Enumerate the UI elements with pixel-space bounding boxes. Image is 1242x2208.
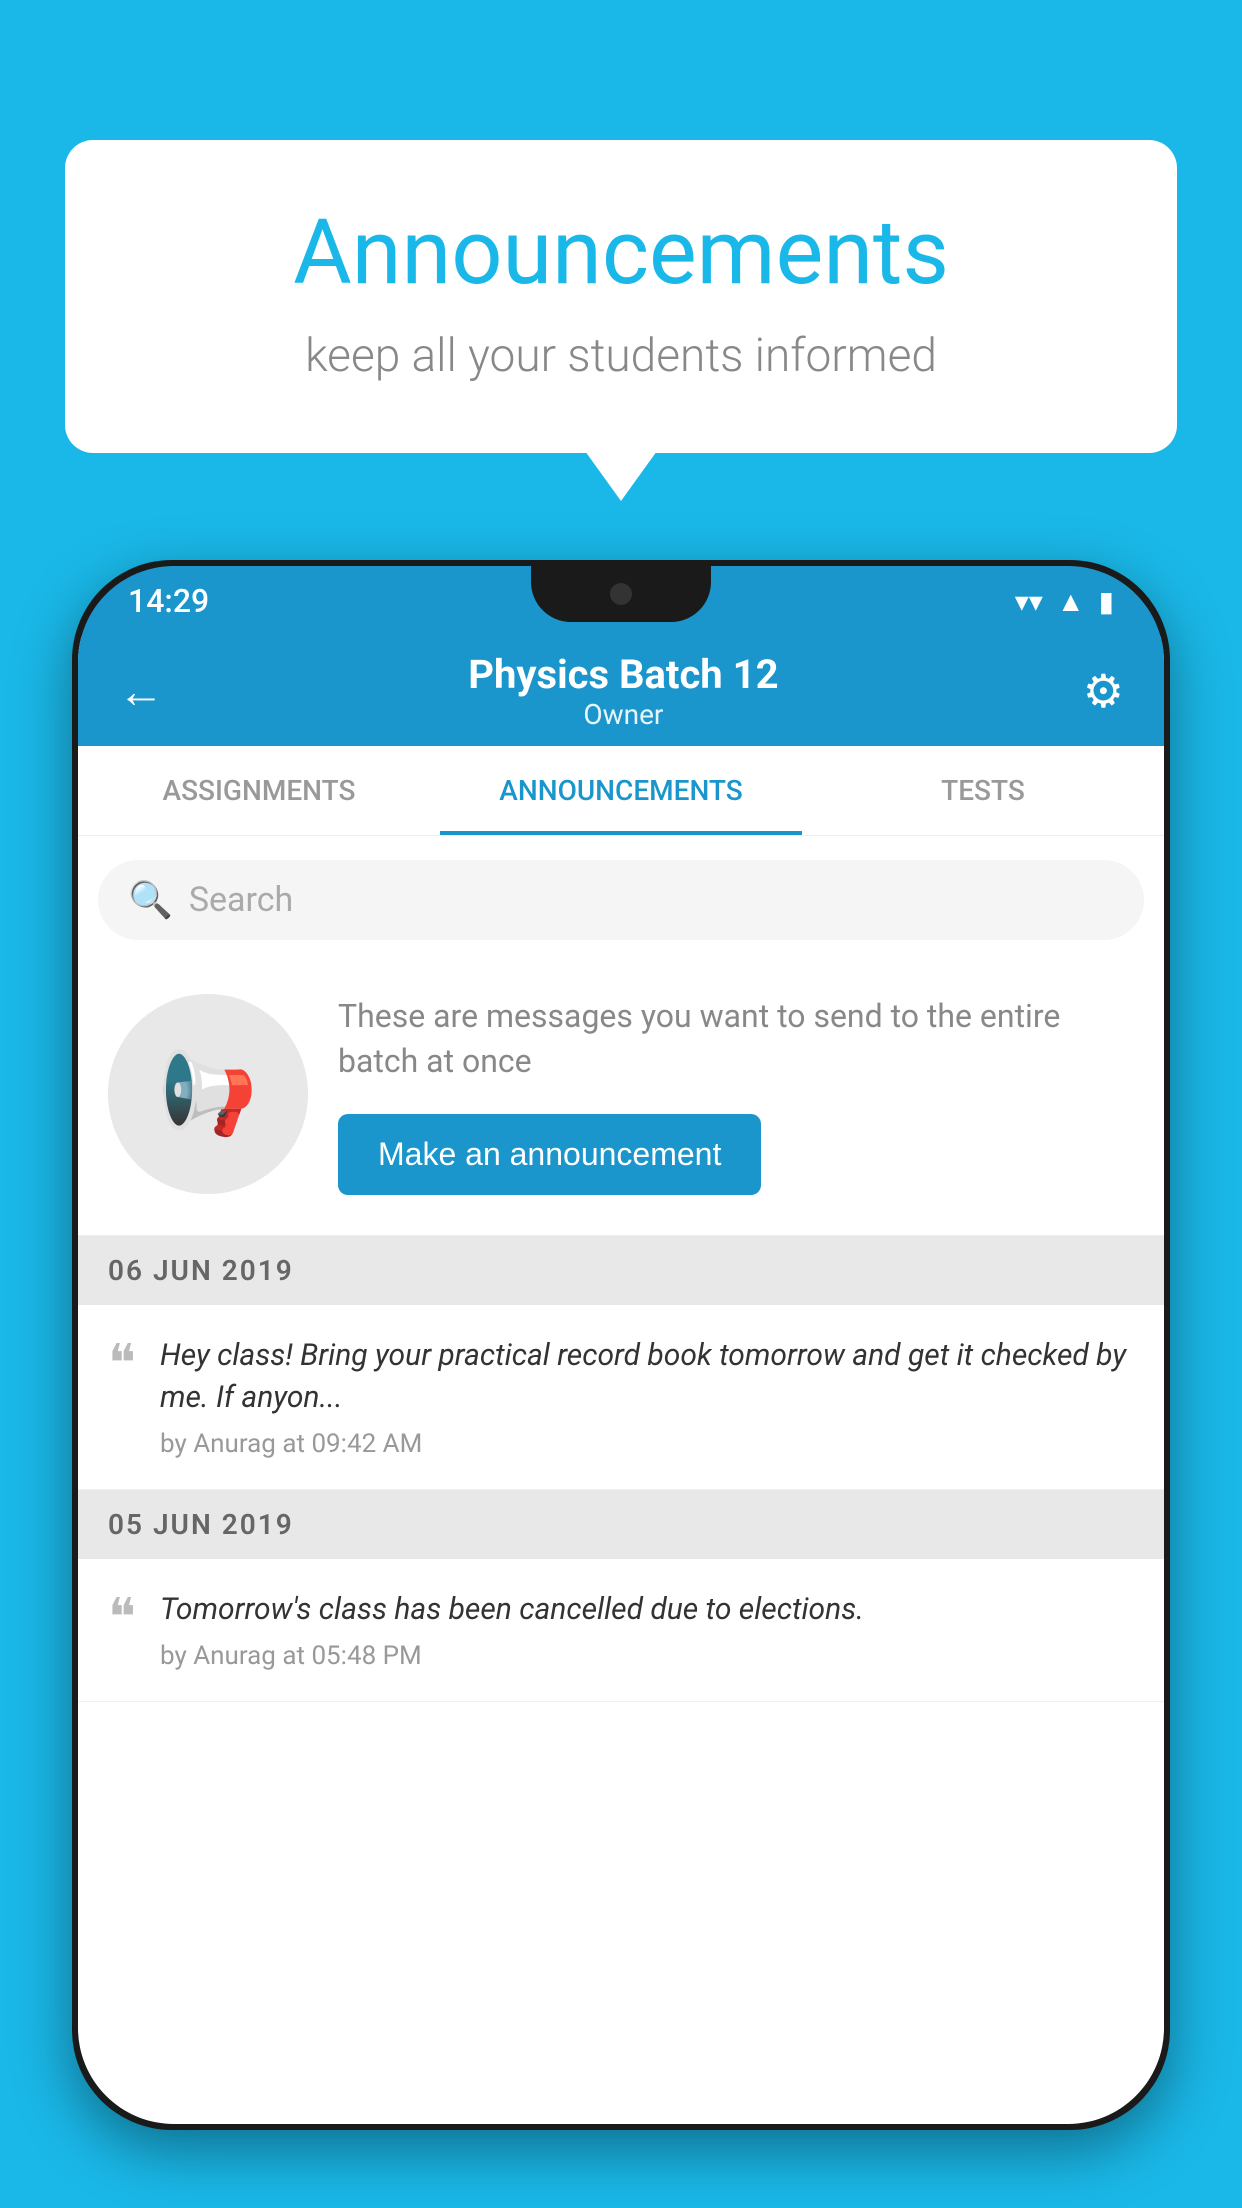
megaphone-circle: 📢: [108, 994, 308, 1194]
tab-tests[interactable]: TESTS: [802, 746, 1164, 835]
phone-frame: 14:29 ▾▾ ▲ ▮ ← Physics Batch 12 Owner: [72, 560, 1170, 2130]
search-bar[interactable]: 🔍 Search: [98, 860, 1144, 940]
tab-assignments[interactable]: ASSIGNMENTS: [78, 746, 440, 835]
search-icon: 🔍: [128, 879, 173, 921]
bubble-title: Announcements: [145, 200, 1097, 305]
announcement-item-1[interactable]: ❝ Hey class! Bring your practical record…: [78, 1305, 1164, 1490]
search-placeholder: Search: [189, 880, 293, 920]
announcement-item-2[interactable]: ❝ Tomorrow's class has been cancelled du…: [78, 1559, 1164, 1702]
announcement-prompt: 📢 These are messages you want to send to…: [78, 964, 1164, 1236]
announcement-content-2: Tomorrow's class has been cancelled due …: [160, 1589, 1134, 1671]
announcement-content-1: Hey class! Bring your practical record b…: [160, 1335, 1134, 1459]
tabs-bar: ASSIGNMENTS ANNOUNCEMENTS TESTS: [78, 746, 1164, 836]
gear-icon[interactable]: ⚙: [1083, 664, 1124, 719]
signal-icon: ▲: [1057, 585, 1085, 618]
announcement-meta-1: by Anurag at 09:42 AM: [160, 1429, 1134, 1459]
phone-inner: 14:29 ▾▾ ▲ ▮ ← Physics Batch 12 Owner: [78, 566, 1164, 2124]
status-bar: 14:29 ▾▾ ▲ ▮: [78, 566, 1164, 636]
announcement-prompt-text: These are messages you want to send to t…: [338, 994, 1134, 1195]
back-button[interactable]: ←: [118, 664, 164, 719]
speech-bubble-container: Announcements keep all your students inf…: [65, 140, 1177, 453]
phone-container: 14:29 ▾▾ ▲ ▮ ← Physics Batch 12 Owner: [72, 560, 1170, 2208]
header-title: Physics Batch 12: [468, 651, 778, 698]
bubble-subtitle: keep all your students informed: [145, 329, 1097, 383]
announcement-text-1: Hey class! Bring your practical record b…: [160, 1335, 1134, 1419]
date-divider-2: 05 JUN 2019: [78, 1490, 1164, 1559]
announcement-text-2: Tomorrow's class has been cancelled due …: [160, 1589, 1134, 1631]
make-announcement-button[interactable]: Make an announcement: [338, 1114, 761, 1195]
app-header: ← Physics Batch 12 Owner ⚙: [78, 636, 1164, 746]
status-icons: ▾▾ ▲ ▮: [1015, 585, 1114, 618]
battery-icon: ▮: [1099, 585, 1114, 618]
date-divider-1: 06 JUN 2019: [78, 1236, 1164, 1305]
header-subtitle: Owner: [468, 698, 778, 731]
phone-screen: ← Physics Batch 12 Owner ⚙ ASSIGNMENTS A…: [78, 636, 1164, 2124]
quote-icon-1: ❝: [108, 1339, 136, 1391]
prompt-description: These are messages you want to send to t…: [338, 994, 1134, 1084]
speech-bubble: Announcements keep all your students inf…: [65, 140, 1177, 453]
camera-dot: [610, 583, 632, 605]
wifi-icon: ▾▾: [1015, 585, 1043, 618]
app-content: 🔍 Search 📢 These are messages you want t…: [78, 836, 1164, 1702]
tab-announcements[interactable]: ANNOUNCEMENTS: [440, 746, 802, 835]
status-time: 14:29: [128, 582, 209, 620]
megaphone-icon: 📢: [158, 1047, 258, 1141]
quote-icon-2: ❝: [108, 1593, 136, 1645]
header-title-area: Physics Batch 12 Owner: [468, 651, 778, 731]
announcement-meta-2: by Anurag at 05:48 PM: [160, 1641, 1134, 1671]
notch: [531, 566, 711, 622]
